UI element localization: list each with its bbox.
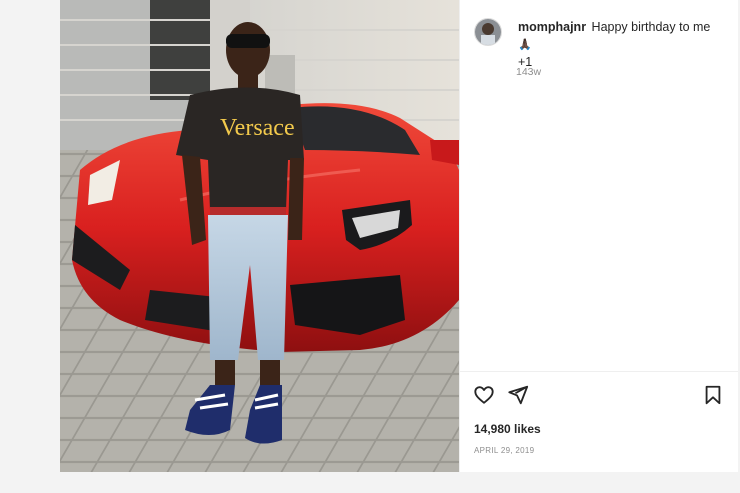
shirt-brand-text: Versace xyxy=(220,115,295,141)
photo-illustration: Versace xyxy=(60,0,459,472)
action-bar xyxy=(473,384,726,408)
post-date: APRIL 29, 2019 xyxy=(474,446,535,455)
caption-row: momphajnr Happy birthday to me 🙏🏿 +1 xyxy=(474,18,724,71)
instagram-post: Versace momphajnr Happy birthday to me 🙏… xyxy=(60,0,738,472)
post-sidebar: momphajnr Happy birthday to me 🙏🏿 +1 143… xyxy=(459,0,738,472)
divider xyxy=(460,371,738,372)
avatar[interactable] xyxy=(474,18,502,46)
likes-count[interactable]: 14,980 likes xyxy=(474,422,541,436)
post-photo[interactable]: Versace xyxy=(60,0,459,472)
heart-icon[interactable] xyxy=(473,384,497,408)
sunglasses xyxy=(226,34,270,48)
caption-text: Happy birthday to me xyxy=(591,20,711,34)
caption: momphajnr Happy birthday to me 🙏🏿 +1 xyxy=(518,19,724,71)
bookmark-icon[interactable] xyxy=(702,384,726,408)
username-link[interactable]: momphajnr xyxy=(518,20,586,34)
time-ago: 143w xyxy=(516,66,542,78)
pray-emoji-icon: 🙏🏿 xyxy=(518,39,532,51)
paper-plane-icon[interactable] xyxy=(507,384,531,408)
window xyxy=(150,0,210,100)
avatar-image xyxy=(475,19,501,45)
